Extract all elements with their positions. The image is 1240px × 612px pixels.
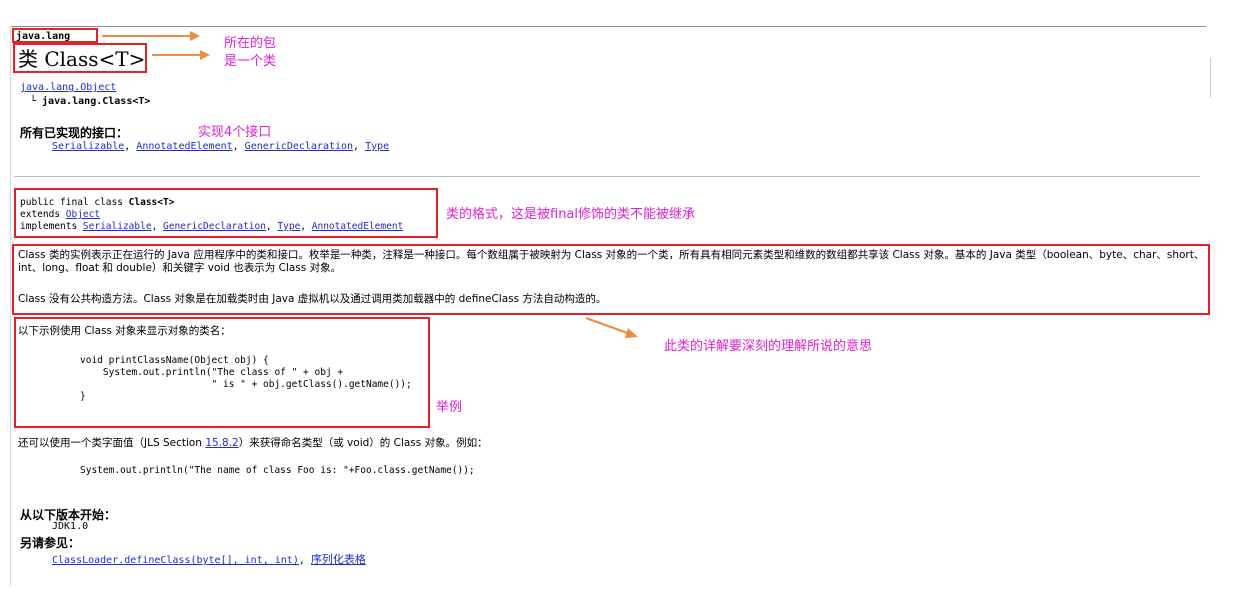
scrollbar[interactable]: [1210, 58, 1211, 98]
annotation-description: 此类的详解要深刻的理解所说的意思: [664, 339, 873, 354]
since-value: JDK1.0: [52, 521, 89, 532]
interfaces-label: 所有已实现的接口：: [20, 126, 129, 140]
literal-text-after: ）来获得命名类型（或 void）的 Class 对象。例如：: [238, 437, 488, 449]
interface-link[interactable]: AnnotatedElement: [136, 141, 232, 152]
annotation-interfaces: 实现4个接口: [198, 125, 272, 140]
jls-section-link[interactable]: 15.8.2: [205, 437, 238, 449]
interface-link[interactable]: Type: [365, 141, 389, 152]
annotation-declaration: 类的格式，这是被final修饰的类不能被继承: [446, 207, 696, 222]
top-border: [10, 26, 1206, 27]
see-also-link-defineclass[interactable]: ClassLoader.defineClass(byte[], int, int…: [52, 555, 299, 566]
see-also-separator: ,: [298, 555, 311, 566]
package-highlight-box: [12, 28, 98, 43]
arrow-icon: [152, 50, 210, 60]
hierarchy-current-class: └ java.lang.Class<T>: [30, 96, 151, 107]
class-literal-code: System.out.println("The name of class Fo…: [80, 465, 475, 476]
interface-link[interactable]: GenericDeclaration: [245, 141, 353, 152]
annotation-example: 举例: [436, 400, 463, 415]
section-divider: [14, 176, 1200, 177]
annotation-class: 是一个类: [224, 54, 277, 69]
class-literal-paragraph: 还可以使用一个类字面值（JLS Section 15.8.2）来获得命名类型（或…: [18, 436, 488, 450]
annotation-package: 所在的包: [224, 36, 277, 51]
example-highlight-box: [14, 317, 430, 428]
description-highlight-box: [12, 244, 1210, 315]
interface-link[interactable]: Serializable: [52, 141, 124, 152]
hierarchy-parent-link[interactable]: java.lang.Object: [20, 82, 116, 93]
see-also-links: ClassLoader.defineClass(byte[], int, int…: [52, 551, 366, 567]
declaration-highlight-box: [14, 188, 438, 238]
see-also-link-serialized-form[interactable]: 序列化表格: [311, 553, 366, 566]
left-border: [10, 26, 11, 586]
interfaces-list: Serializable, AnnotatedElement, GenericD…: [52, 141, 390, 152]
see-also-label: 另请参见：: [20, 536, 81, 550]
literal-text-before: 还可以使用一个类字面值（JLS Section: [18, 437, 206, 449]
arrow-icon: [585, 317, 638, 338]
